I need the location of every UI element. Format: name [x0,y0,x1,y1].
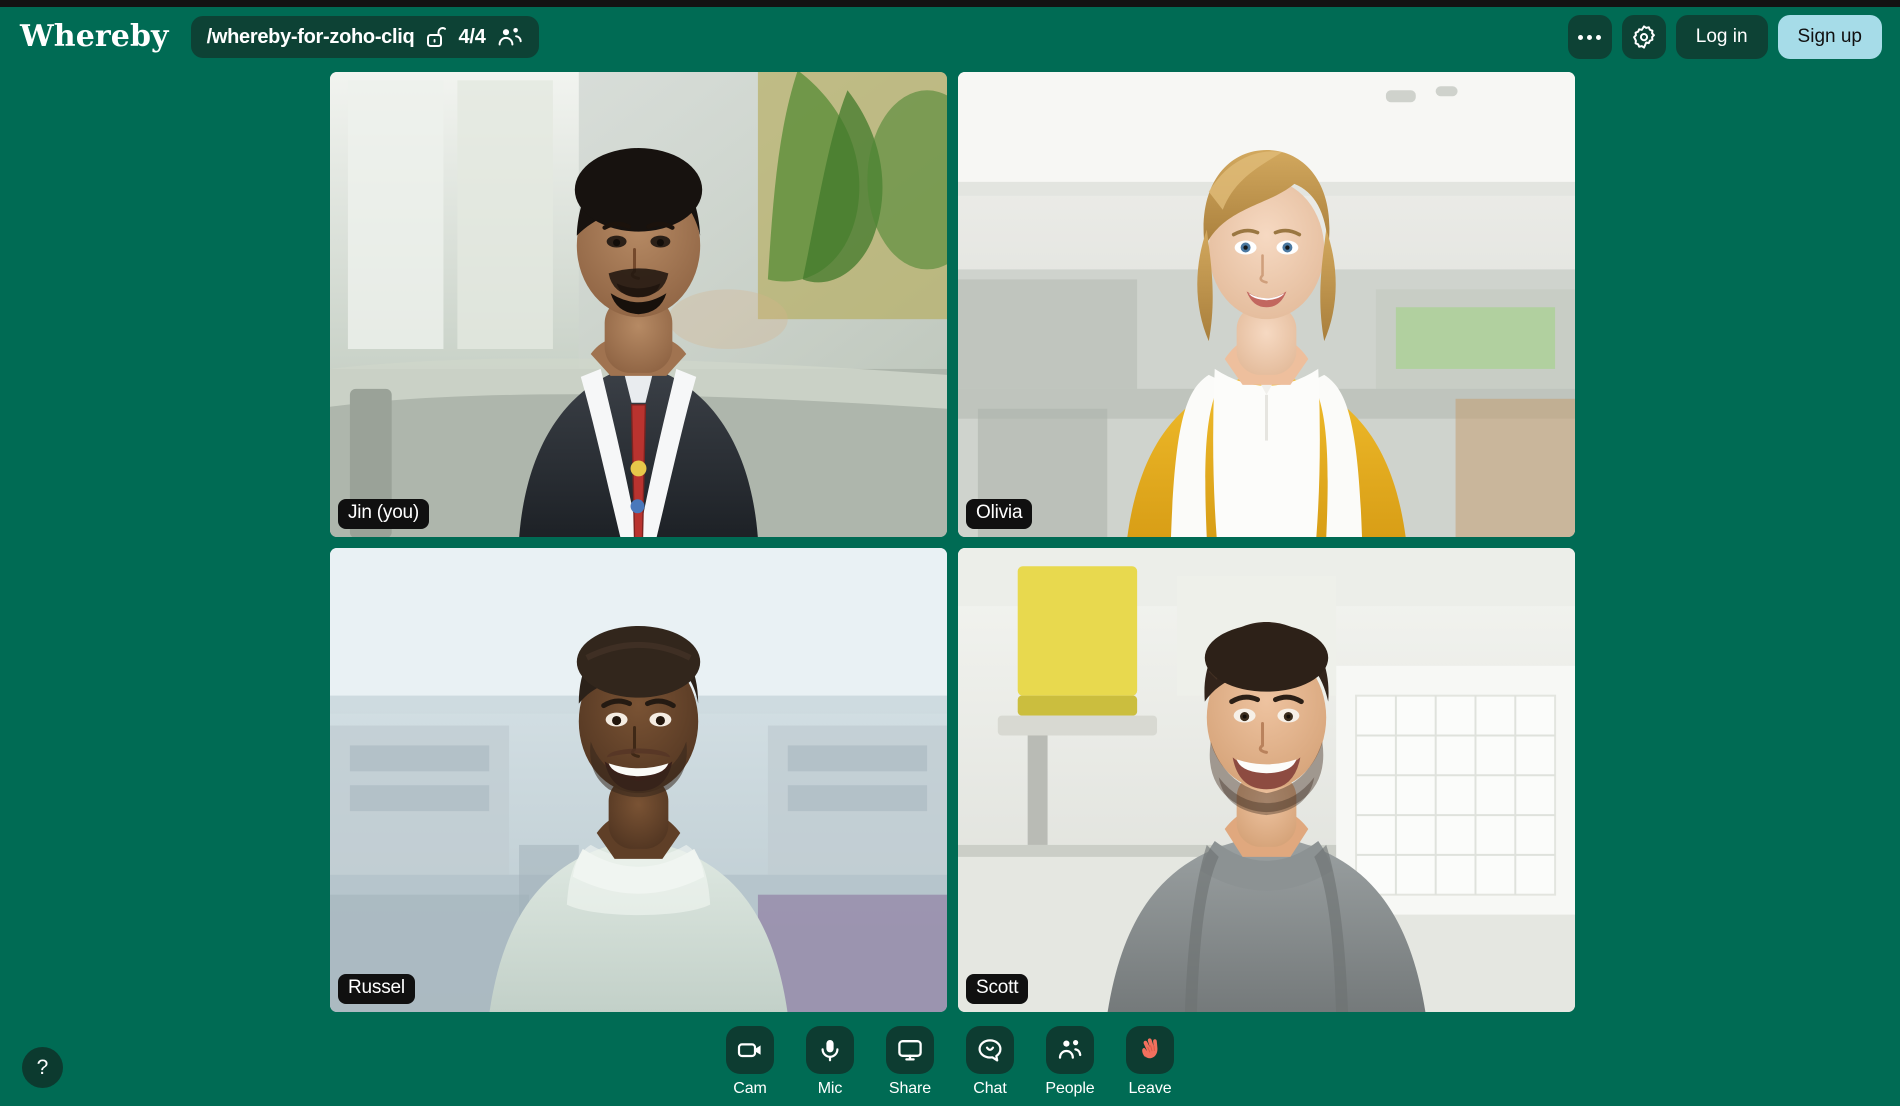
help-button[interactable]: ? [22,1047,63,1088]
video-tile[interactable]: Russel [330,547,947,1012]
participant-name-tag: Scott [966,974,1029,1004]
participant-name-tag: Jin (you) [338,498,430,529]
participant-video-russel [330,547,947,1012]
chat-label: Chat [973,1080,1007,1097]
cam-button[interactable]: Cam [719,1026,781,1098]
gear-icon [1631,24,1657,50]
chat-bubble-icon [976,1036,1004,1064]
participant-count-label: 4/4 [458,25,486,48]
settings-button[interactable] [1621,15,1666,59]
participant-name-tag: Olivia [966,498,1033,529]
people-button[interactable]: People [1039,1026,1101,1098]
participant-name-tag: Russel [338,974,415,1004]
meeting-toolbar: Cam Mic Share Chat People Leave [0,1026,1900,1098]
participant-video-jin [330,72,947,537]
video-grid: Jin (you) Olivia Russel Scott [330,72,1575,1012]
people-icon [1056,1036,1084,1064]
whereby-logo[interactable]: Whereby [20,22,169,52]
cam-icon-wrap [726,1026,774,1074]
people-icon-wrap [1046,1026,1094,1074]
cam-label: Cam [733,1080,767,1097]
people-label: People [1045,1080,1095,1097]
screen-share-icon [896,1036,924,1064]
chat-icon-wrap [966,1026,1014,1074]
share-button[interactable]: Share [879,1026,941,1098]
browser-chrome-strip [0,0,1900,7]
more-horizontal-icon [1578,34,1602,40]
leave-label: Leave [1128,1080,1172,1097]
leave-button[interactable]: Leave [1119,1026,1181,1098]
video-tile[interactable]: Jin (you) [330,72,947,537]
microphone-icon [816,1036,844,1064]
whereby-meeting-room: Whereby /whereby-for-zoho-cliq 4/4 Log i… [0,0,1900,1106]
people-icon[interactable] [497,25,523,49]
video-tile[interactable]: Olivia [958,72,1575,537]
unlocked-padlock-icon[interactable] [425,25,447,49]
leave-icon-wrap [1126,1026,1174,1074]
mic-icon-wrap [806,1026,854,1074]
share-icon-wrap [886,1026,934,1074]
topbar-actions: Log in Sign up [1567,15,1882,59]
top-bar: Whereby /whereby-for-zoho-cliq 4/4 Log i… [0,7,1900,67]
room-name-label: /whereby-for-zoho-cliq [206,25,415,48]
room-info-pill[interactable]: /whereby-for-zoho-cliq 4/4 [190,16,539,58]
chat-button[interactable]: Chat [959,1026,1021,1098]
mic-label: Mic [817,1080,843,1097]
waving-hand-icon [1136,1036,1164,1064]
mic-button[interactable]: Mic [799,1026,861,1098]
share-label: Share [888,1080,932,1097]
signup-button[interactable]: Sign up [1777,15,1882,59]
video-camera-icon [736,1036,764,1064]
more-options-button[interactable] [1567,15,1612,59]
participant-video-olivia [958,72,1575,537]
login-button[interactable]: Log in [1675,15,1768,59]
participant-video-scott [958,547,1575,1012]
video-tile[interactable]: Scott [958,547,1575,1012]
